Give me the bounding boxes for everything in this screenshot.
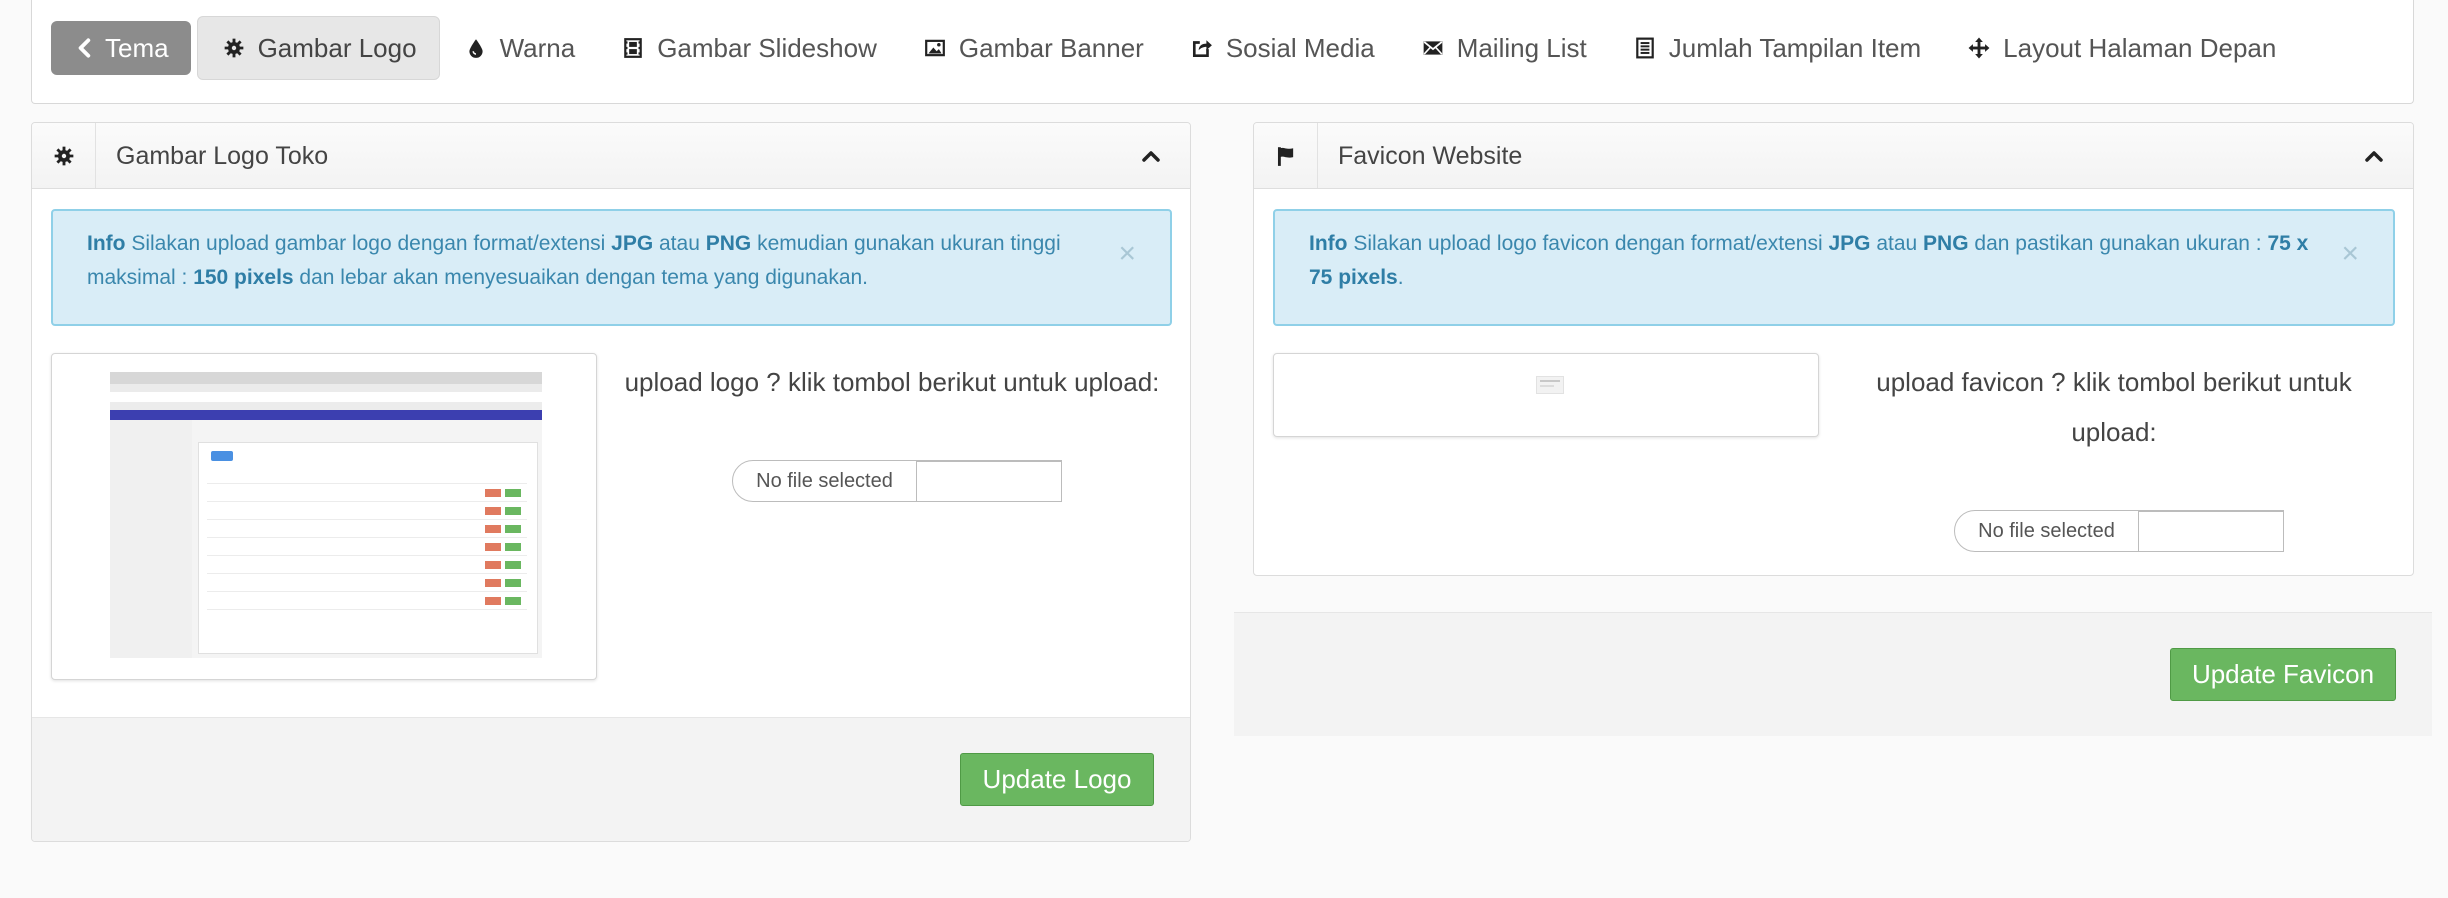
browse-button[interactable] <box>917 461 1061 501</box>
tab-label: Tema <box>105 32 169 63</box>
tab-label: Warna <box>499 32 576 63</box>
info-text: dan pastikan gunakan ukuran : <box>1968 232 2268 255</box>
list-icon <box>1631 34 1659 62</box>
cog-icon <box>220 34 248 62</box>
chevron-left-icon <box>71 34 99 62</box>
info-size: 150 pixels <box>193 266 294 289</box>
tab-label: Gambar Banner <box>958 32 1144 63</box>
move-icon <box>1965 34 1993 62</box>
file-name-display: No file selected <box>1955 511 2139 551</box>
tab-layout-halaman-depan[interactable]: Layout Halaman Depan <box>1943 20 2298 76</box>
tab-tema[interactable]: Tema <box>51 21 191 75</box>
chevron-up-icon[interactable] <box>1138 143 1164 169</box>
tab-gambar-slideshow[interactable]: Gambar Slideshow <box>597 20 899 76</box>
info-format-jpg: JPG <box>1828 232 1871 255</box>
favicon-panel: Favicon Website Info Silakan upload logo… <box>1253 122 2414 576</box>
tab-label: Sosial Media <box>1225 32 1375 63</box>
info-text: Silakan upload logo favicon dengan forma… <box>1347 232 1829 255</box>
tab-gambar-logo[interactable]: Gambar Logo <box>196 16 440 80</box>
tab-warna[interactable]: Warna <box>440 20 598 76</box>
tab-label: Gambar Slideshow <box>657 32 877 63</box>
logo-preview-image <box>110 372 542 658</box>
flag-icon <box>1254 123 1318 188</box>
info-prefix: Info <box>1309 232 1348 255</box>
close-icon[interactable]: × <box>1118 239 1136 269</box>
browse-button[interactable] <box>2139 511 2283 551</box>
tab-sosial-media[interactable]: Sosial Media <box>1166 20 1397 76</box>
favicon-panel-header: Favicon Website <box>1254 123 2413 189</box>
info-text: . <box>1397 266 1404 289</box>
info-text: atau <box>653 232 706 255</box>
logo-preview <box>51 353 597 680</box>
info-alert: Info Silakan upload logo favicon dengan … <box>1273 209 2395 326</box>
favicon-preview-image <box>1536 376 1564 394</box>
info-format-png: PNG <box>705 232 752 255</box>
cog-icon <box>32 123 96 188</box>
info-alert: Info Silakan upload gambar logo dengan f… <box>51 209 1172 326</box>
logo-panel-header: Gambar Logo Toko <box>32 123 1190 189</box>
chevron-up-icon[interactable] <box>2361 143 2387 169</box>
logo-file-input[interactable]: No file selected <box>732 460 1062 502</box>
info-prefix: Info <box>87 232 126 255</box>
panel-title: Gambar Logo Toko <box>116 142 329 170</box>
upload-favicon-label: upload favicon ? klik tombol berikut unt… <box>1876 367 2352 447</box>
panel-title: Favicon Website <box>1338 142 1523 170</box>
tab-mailing-list[interactable]: Mailing List <box>1397 20 1609 76</box>
tab-label: Mailing List <box>1456 32 1587 63</box>
settings-tab-bar: Tema Gambar Logo Warna Gambar Slideshow <box>31 0 2414 104</box>
logo-panel-footer: Update Logo <box>32 717 1190 841</box>
tab-label: Gambar Logo <box>257 32 417 63</box>
droplet-icon <box>462 34 490 62</box>
favicon-panel-footer: Update Favicon <box>1234 612 2432 736</box>
favicon-preview <box>1273 353 1819 437</box>
tab-gambar-banner[interactable]: Gambar Banner <box>899 20 1166 76</box>
tab-list: Tema Gambar Logo Warna Gambar Slideshow <box>51 16 2298 80</box>
share-icon <box>1188 34 1216 62</box>
film-icon <box>619 34 647 62</box>
update-logo-button[interactable]: Update Logo <box>960 753 1154 806</box>
envelope-icon <box>1419 34 1447 62</box>
update-favicon-button[interactable]: Update Favicon <box>2170 648 2396 701</box>
info-text: dan lebar akan menyesuaikan dengan tema … <box>293 266 869 289</box>
info-format-jpg: JPG <box>611 232 654 255</box>
tab-jumlah-tampilan-item[interactable]: Jumlah Tampilan Item <box>1609 20 1943 76</box>
favicon-file-input[interactable]: No file selected <box>1954 510 2284 552</box>
file-name-display: No file selected <box>733 461 917 501</box>
info-format-png: PNG <box>1923 232 1969 255</box>
logo-panel: Gambar Logo Toko Info Silakan upload gam… <box>31 122 1191 842</box>
info-text: Silakan upload gambar logo dengan format… <box>125 232 612 255</box>
upload-logo-label: upload logo ? klik tombol berikut untuk … <box>624 367 1160 397</box>
close-icon[interactable]: × <box>2341 239 2359 269</box>
tab-label: Layout Halaman Depan <box>2003 32 2277 63</box>
tab-label: Jumlah Tampilan Item <box>1668 32 1922 63</box>
picture-icon <box>921 34 949 62</box>
info-text: atau <box>1870 232 1924 255</box>
